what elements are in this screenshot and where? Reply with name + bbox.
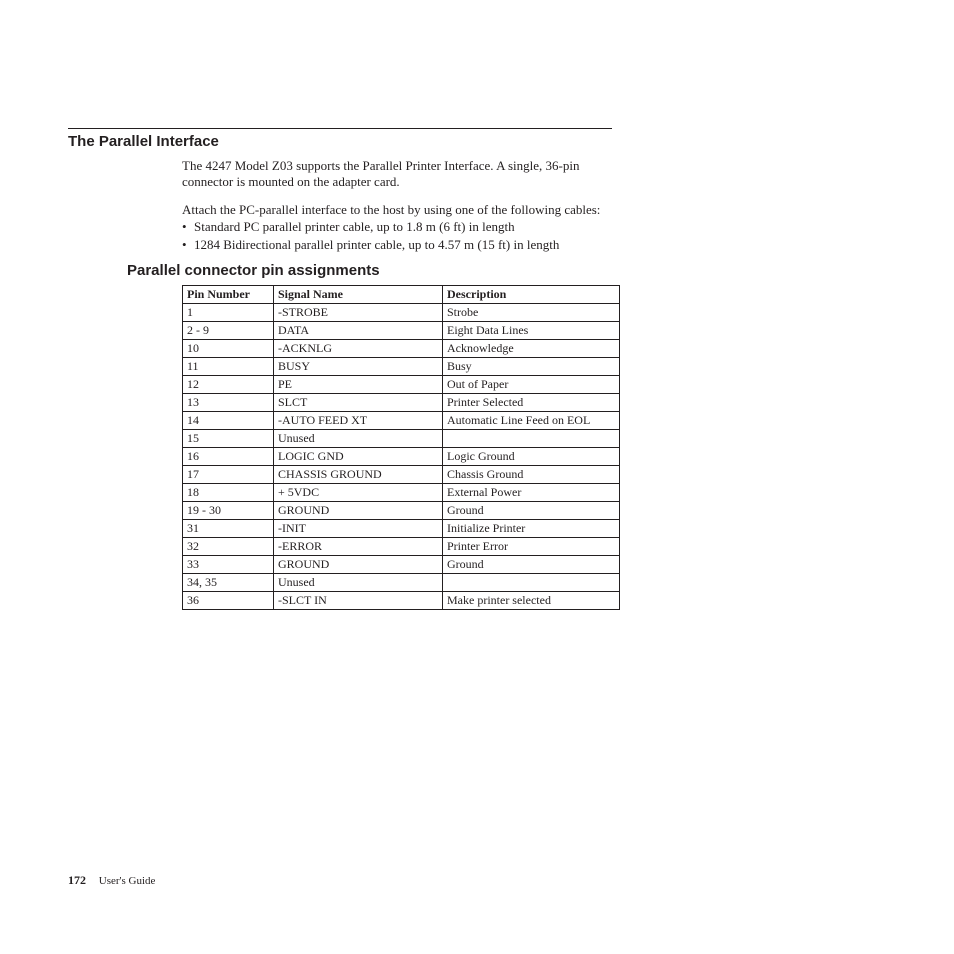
list-item: 1284 Bidirectional parallel printer cabl… <box>182 236 612 254</box>
table-cell: 18 <box>183 484 274 502</box>
table-cell: SLCT <box>274 394 443 412</box>
page-footer: 172 User's Guide <box>68 873 155 888</box>
col-header-pin: Pin Number <box>183 286 274 304</box>
table-cell: DATA <box>274 322 443 340</box>
table-cell: -SLCT IN <box>274 592 443 610</box>
heading-parallel-interface: The Parallel Interface <box>68 133 219 150</box>
table-cell: Unused <box>274 574 443 592</box>
table-row: 15Unused <box>183 430 620 448</box>
table-cell: -INIT <box>274 520 443 538</box>
table-row: 36-SLCT INMake printer selected <box>183 592 620 610</box>
table-row: 16LOGIC GNDLogic Ground <box>183 448 620 466</box>
table-header-row: Pin Number Signal Name Description <box>183 286 620 304</box>
section-rule <box>68 128 612 129</box>
table-cell: Ground <box>443 556 620 574</box>
table-cell: + 5VDC <box>274 484 443 502</box>
table-cell: Printer Error <box>443 538 620 556</box>
table-cell <box>443 574 620 592</box>
doc-title: User's Guide <box>99 875 156 887</box>
table-row: 34, 35Unused <box>183 574 620 592</box>
table-cell: LOGIC GND <box>274 448 443 466</box>
table-cell: Out of Paper <box>443 376 620 394</box>
table-cell: 15 <box>183 430 274 448</box>
cable-paragraph: Attach the PC-parallel interface to the … <box>182 202 612 218</box>
table-body: 1-STROBEStrobe2 - 9DATAEight Data Lines1… <box>183 304 620 610</box>
table-row: 19 - 30GROUNDGround <box>183 502 620 520</box>
table-cell: 31 <box>183 520 274 538</box>
table-cell: GROUND <box>274 502 443 520</box>
list-item: Standard PC parallel printer cable, up t… <box>182 218 612 236</box>
table-cell: -AUTO FEED XT <box>274 412 443 430</box>
table-cell: GROUND <box>274 556 443 574</box>
pin-assignment-table: Pin Number Signal Name Description 1-STR… <box>182 285 620 610</box>
table-cell: CHASSIS GROUND <box>274 466 443 484</box>
table-row: 10-ACKNLGAcknowledge <box>183 340 620 358</box>
table-cell: 1 <box>183 304 274 322</box>
table-cell: 19 - 30 <box>183 502 274 520</box>
table-cell: Make printer selected <box>443 592 620 610</box>
heading-pin-assignments: Parallel connector pin assignments <box>127 262 380 279</box>
table-cell: -ACKNLG <box>274 340 443 358</box>
table-row: 18+ 5VDCExternal Power <box>183 484 620 502</box>
table-cell: Eight Data Lines <box>443 322 620 340</box>
table-cell: -STROBE <box>274 304 443 322</box>
table-cell: 2 - 9 <box>183 322 274 340</box>
table-cell: Acknowledge <box>443 340 620 358</box>
table-cell: -ERROR <box>274 538 443 556</box>
table-cell: 32 <box>183 538 274 556</box>
table-cell: Initialize Printer <box>443 520 620 538</box>
table-cell: Logic Ground <box>443 448 620 466</box>
table-cell: 33 <box>183 556 274 574</box>
intro-paragraph: The 4247 Model Z03 supports the Parallel… <box>182 158 612 191</box>
table-row: 2 - 9DATAEight Data Lines <box>183 322 620 340</box>
cable-list: Standard PC parallel printer cable, up t… <box>182 218 612 254</box>
table-row: 32-ERRORPrinter Error <box>183 538 620 556</box>
table-cell: 34, 35 <box>183 574 274 592</box>
table-row: 13SLCTPrinter Selected <box>183 394 620 412</box>
table-row: 31-INITInitialize Printer <box>183 520 620 538</box>
table-row: 33GROUNDGround <box>183 556 620 574</box>
table-row: 17CHASSIS GROUNDChassis Ground <box>183 466 620 484</box>
table-cell: PE <box>274 376 443 394</box>
table-cell <box>443 430 620 448</box>
table-cell: Strobe <box>443 304 620 322</box>
table-cell: Busy <box>443 358 620 376</box>
table-cell: 12 <box>183 376 274 394</box>
table-cell: 16 <box>183 448 274 466</box>
table-cell: 13 <box>183 394 274 412</box>
table-row: 14-AUTO FEED XTAutomatic Line Feed on EO… <box>183 412 620 430</box>
col-header-description: Description <box>443 286 620 304</box>
table-cell: Unused <box>274 430 443 448</box>
table-row: 11BUSYBusy <box>183 358 620 376</box>
table-cell: 17 <box>183 466 274 484</box>
col-header-signal: Signal Name <box>274 286 443 304</box>
table-cell: Chassis Ground <box>443 466 620 484</box>
table-cell: Printer Selected <box>443 394 620 412</box>
table-cell: BUSY <box>274 358 443 376</box>
table-cell: 36 <box>183 592 274 610</box>
table-cell: 10 <box>183 340 274 358</box>
table-row: 1-STROBEStrobe <box>183 304 620 322</box>
page-number: 172 <box>68 873 86 887</box>
table-cell: External Power <box>443 484 620 502</box>
table-cell: Automatic Line Feed on EOL <box>443 412 620 430</box>
table-cell: 11 <box>183 358 274 376</box>
table-cell: Ground <box>443 502 620 520</box>
table-cell: 14 <box>183 412 274 430</box>
page: The Parallel Interface The 4247 Model Z0… <box>0 0 954 954</box>
table-row: 12PEOut of Paper <box>183 376 620 394</box>
